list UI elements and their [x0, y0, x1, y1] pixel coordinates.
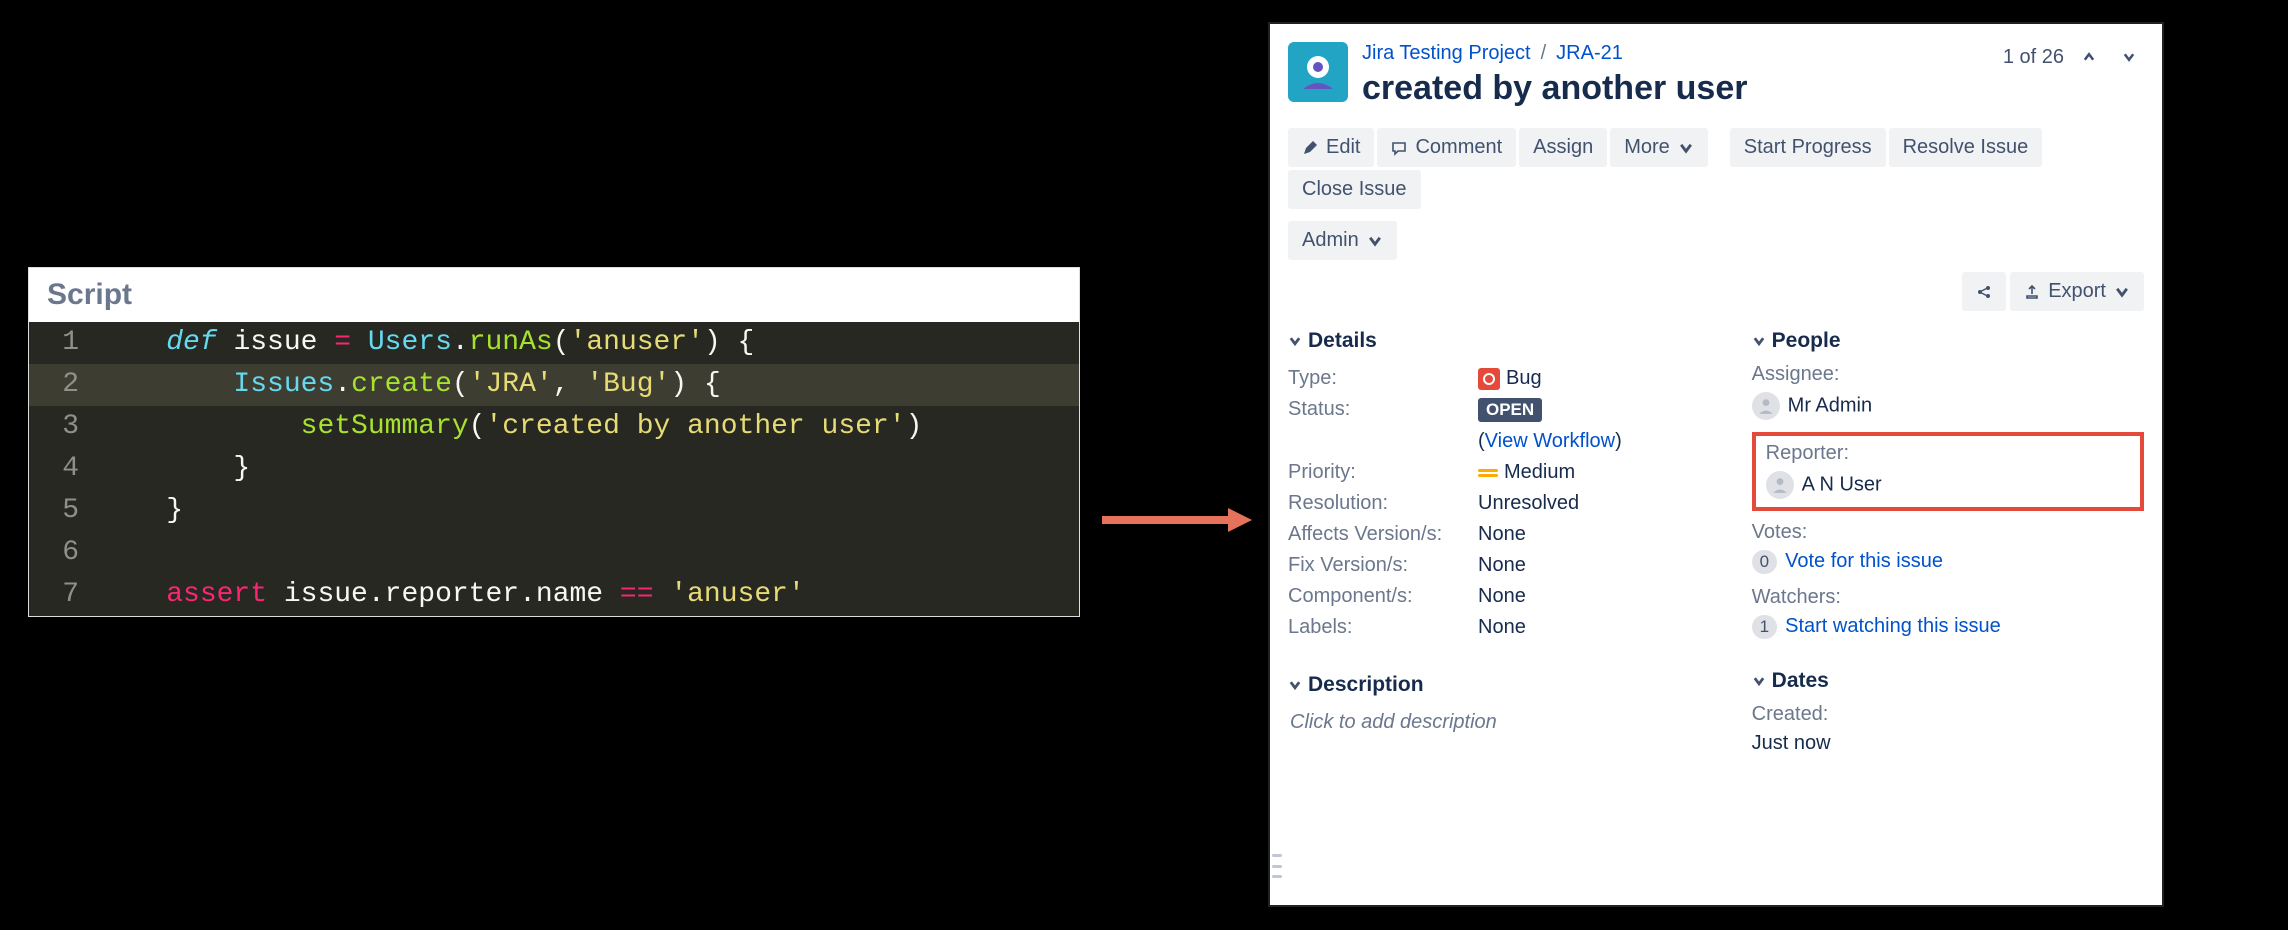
admin-button[interactable]: Admin [1288, 221, 1397, 260]
resolution-value: Unresolved [1478, 492, 1579, 515]
created-value: Just now [1752, 732, 2144, 755]
chevron-down-icon [2114, 284, 2130, 300]
code-header: Script [29, 268, 1079, 322]
resolve-issue-button[interactable]: Resolve Issue [1889, 128, 2043, 167]
comment-icon [1391, 140, 1407, 156]
components-value: None [1478, 585, 1526, 608]
chevron-down-icon [1288, 334, 1302, 348]
comment-button[interactable]: Comment [1377, 128, 1516, 167]
code-line[interactable]: 1 def issue = Users.runAs('anuser') { [29, 322, 1079, 364]
code-line[interactable]: 6 [29, 532, 1079, 574]
project-avatar [1288, 42, 1348, 102]
share-button[interactable] [1962, 272, 2006, 311]
code-editor-panel: Script 1 def issue = Users.runAs('anuser… [28, 267, 1080, 617]
assign-button[interactable]: Assign [1519, 128, 1607, 167]
issue-toolbar: Edit Comment Assign More Start Progress … [1288, 128, 2144, 260]
affects-value: None [1478, 523, 1526, 546]
line-number: 7 [29, 574, 99, 616]
votes-label: Votes: [1752, 521, 2144, 544]
chevron-down-icon [1752, 674, 1766, 688]
avatar [1752, 392, 1780, 420]
code-line[interactable]: 5 } [29, 490, 1079, 532]
reporter-value: A N User [1766, 471, 2130, 499]
people-header[interactable]: People [1752, 329, 2144, 353]
avatar [1766, 471, 1794, 499]
watchers-count: 1 [1752, 615, 1777, 639]
bug-icon [1478, 368, 1500, 390]
issue-summary: created by another user [1362, 69, 1989, 108]
export-button[interactable]: Export [2010, 272, 2144, 311]
line-number: 6 [29, 532, 99, 574]
start-progress-button[interactable]: Start Progress [1730, 128, 1886, 167]
code-editor[interactable]: 1 def issue = Users.runAs('anuser') {2 I… [29, 322, 1079, 616]
type-label: Type: [1288, 367, 1478, 390]
assignee-label: Assignee: [1752, 363, 2144, 386]
votes-count: 0 [1752, 550, 1777, 574]
reporter-highlight: Reporter: A N User [1752, 432, 2144, 511]
description-header[interactable]: Description [1288, 673, 1722, 697]
code-line[interactable]: 3 setSummary('created by another user') [29, 406, 1079, 448]
pager-prev-button[interactable] [2074, 42, 2104, 72]
reporter-label: Reporter: [1766, 442, 2130, 465]
description-placeholder[interactable]: Click to add description [1288, 707, 1722, 734]
priority-label: Priority: [1288, 461, 1478, 484]
fix-value: None [1478, 554, 1526, 577]
type-value: Bug [1478, 367, 1542, 390]
status-label: Status: [1288, 398, 1478, 422]
line-number: 3 [29, 406, 99, 448]
affects-label: Affects Version/s: [1288, 523, 1478, 546]
fix-label: Fix Version/s: [1288, 554, 1478, 577]
watchers-label: Watchers: [1752, 586, 2144, 609]
people-column: People Assignee: Mr Admin Reporter: A N … [1752, 329, 2144, 767]
issue-pager: 1 of 26 [2003, 42, 2144, 72]
chevron-down-icon [1367, 233, 1383, 249]
line-number: 4 [29, 448, 99, 490]
priority-medium-icon [1478, 467, 1498, 479]
more-button[interactable]: More [1610, 128, 1708, 167]
code-line[interactable]: 7 assert issue.reporter.name == 'anuser' [29, 574, 1079, 616]
details-header[interactable]: Details [1288, 329, 1722, 353]
pager-text: 1 of 26 [2003, 46, 2064, 69]
jira-issue-panel: Jira Testing Project / JRA-21 created by… [1268, 22, 2164, 907]
edit-button[interactable]: Edit [1288, 128, 1374, 167]
code-line[interactable]: 2 Issues.create('JRA', 'Bug') { [29, 364, 1079, 406]
pager-next-button[interactable] [2114, 42, 2144, 72]
dates-header[interactable]: Dates [1752, 669, 2144, 693]
vote-link[interactable]: Vote for this issue [1785, 550, 1943, 572]
resolution-label: Resolution: [1288, 492, 1478, 515]
chevron-down-icon [1678, 140, 1694, 156]
issue-key-link[interactable]: JRA-21 [1556, 42, 1623, 65]
line-number: 2 [29, 364, 99, 406]
chevron-down-icon [1752, 334, 1766, 348]
view-workflow-link[interactable]: View Workflow [1485, 430, 1615, 452]
labels-value: None [1478, 616, 1526, 639]
resize-grip[interactable] [1272, 854, 1282, 878]
assignee-value: Mr Admin [1752, 392, 2144, 420]
status-badge: OPEN [1478, 398, 1542, 422]
labels-label: Labels: [1288, 616, 1478, 639]
project-link[interactable]: Jira Testing Project [1362, 42, 1531, 65]
watch-link[interactable]: Start watching this issue [1785, 615, 2001, 637]
components-label: Component/s: [1288, 585, 1478, 608]
details-column: Details Type: Bug Status: OPEN (View Wor… [1288, 329, 1722, 767]
code-line[interactable]: 4 } [29, 448, 1079, 490]
export-icon [2024, 284, 2040, 300]
pencil-icon [1302, 140, 1318, 156]
priority-value: Medium [1478, 461, 1575, 484]
breadcrumb: Jira Testing Project / JRA-21 [1362, 42, 1989, 65]
share-icon [1976, 284, 1992, 300]
line-number: 5 [29, 490, 99, 532]
created-label: Created: [1752, 703, 2144, 726]
chevron-down-icon [1288, 678, 1302, 692]
close-issue-button[interactable]: Close Issue [1288, 170, 1421, 209]
line-number: 1 [29, 322, 99, 364]
arrow-icon [1102, 508, 1252, 532]
